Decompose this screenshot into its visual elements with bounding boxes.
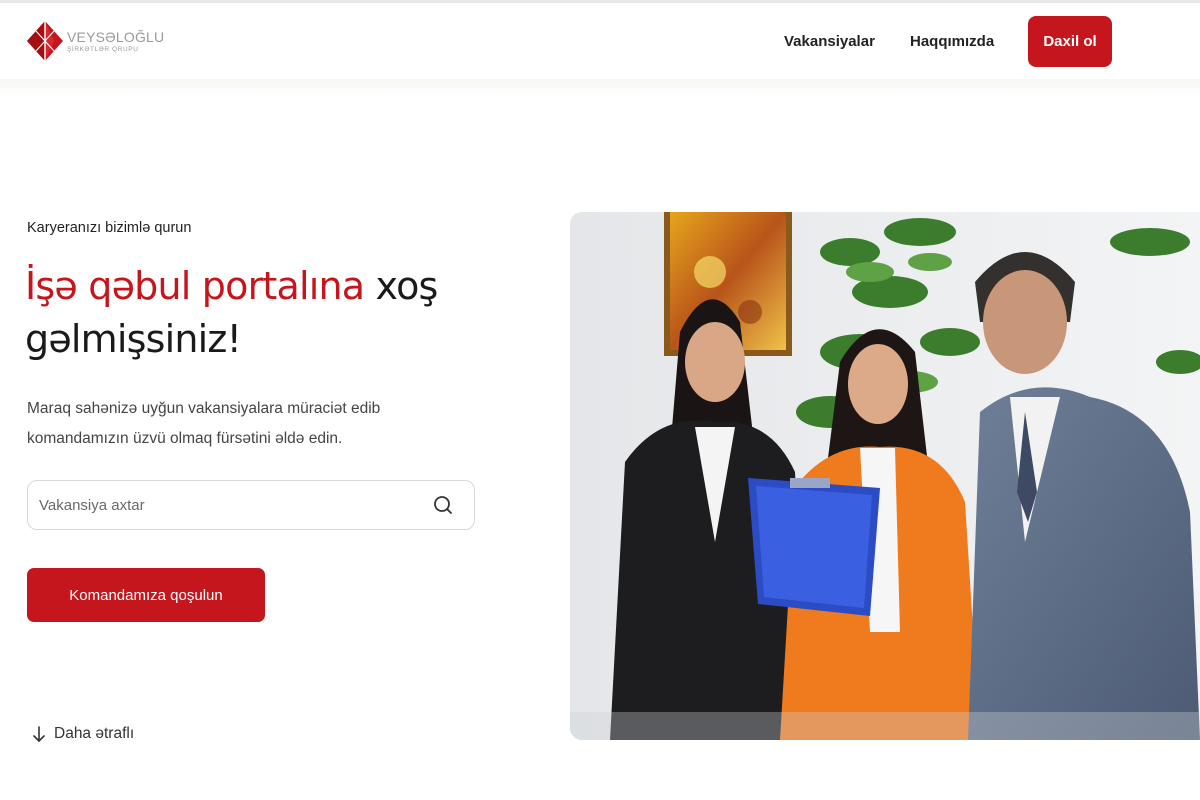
nav-link-vacancies[interactable]: Vakansiyalar <box>784 33 875 50</box>
hero-title-accent: İşə qəbul portalına <box>25 264 365 308</box>
hero-photo <box>570 212 1200 740</box>
more-info-label: Daha ətraflı <box>54 725 135 742</box>
more-info-link[interactable]: Daha ətraflı <box>32 725 134 743</box>
login-button[interactable]: Daxil ol <box>1028 16 1112 67</box>
nav-link-about[interactable]: Haqqımızda <box>910 33 994 50</box>
search-icon[interactable] <box>432 494 454 516</box>
site-header: VEYSƏLOĞLU ŞİRKƏTLƏR QRUPU Vakansiyalar … <box>0 3 1200 79</box>
team-photo-illustration <box>570 212 1200 740</box>
hero-lead: Maraq sahənizə uyğun vakansiyalara mürac… <box>27 400 381 447</box>
join-team-button[interactable]: Komandamıza qoşulun <box>27 568 265 622</box>
diamond-logo-icon <box>27 21 63 61</box>
brand-name: VEYSƏLOĞLU <box>67 28 165 45</box>
brand-logo[interactable]: VEYSƏLOĞLU ŞİRKƏTLƏR QRUPU <box>26 20 164 62</box>
arrow-down-icon <box>33 726 45 742</box>
vacancy-search <box>27 480 475 530</box>
brand-subtitle: ŞİRKƏTLƏR QRUPU <box>67 45 139 53</box>
search-input[interactable] <box>28 481 432 529</box>
hero-title: İşə qəbul portalına xoş gəlmişsiniz! <box>25 260 505 366</box>
hero-eyebrow: Karyeranızı bizimlə qurun <box>27 220 192 236</box>
header-divider <box>0 79 1200 97</box>
